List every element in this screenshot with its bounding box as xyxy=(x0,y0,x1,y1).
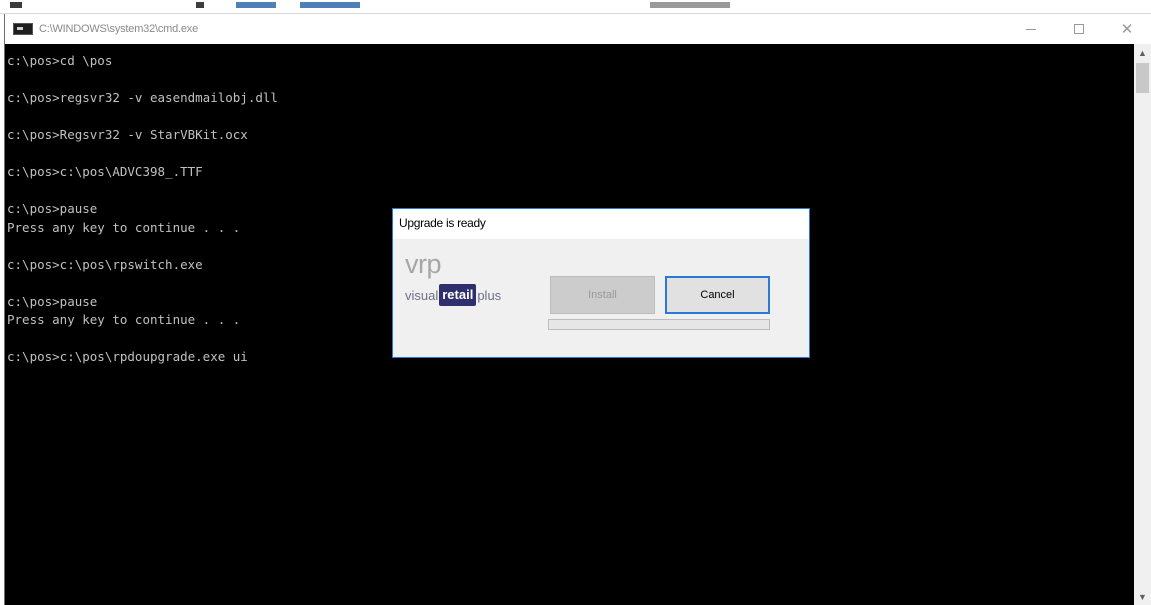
taskbar-fragment xyxy=(650,2,730,8)
minimize-button[interactable] xyxy=(1007,14,1055,44)
scroll-down-icon[interactable]: ▼ xyxy=(1134,588,1151,605)
upgrade-dialog: Upgrade is ready vrp visual retail plus … xyxy=(392,208,810,358)
close-button[interactable]: ✕ xyxy=(1103,14,1151,44)
taskbar-fragment xyxy=(300,2,360,8)
vertical-scrollbar[interactable]: ▲ ▼ xyxy=(1134,44,1151,605)
taskbar-fragment xyxy=(10,2,22,8)
maximize-icon xyxy=(1074,24,1084,34)
console-line: c:\pos>cd \pos xyxy=(7,53,113,68)
vrp-logo: vrp visual retail plus xyxy=(405,251,545,311)
logo-word-retail: retail xyxy=(439,284,477,306)
window-controls: ✕ xyxy=(1007,14,1151,44)
window-title: C:\WINDOWS\system32\cmd.exe xyxy=(39,23,199,35)
scroll-thumb[interactable] xyxy=(1136,63,1149,93)
logo-brand: vrp xyxy=(405,249,442,279)
taskbar-strip xyxy=(0,0,1151,14)
logo-word-plus: plus xyxy=(477,287,502,303)
window-titlebar[interactable]: C:\WINDOWS\system32\cmd.exe ✕ xyxy=(5,14,1151,44)
taskbar-fragment xyxy=(196,2,204,8)
console-line: c:\pos>c:\pos\ADVC398_.TTF xyxy=(7,164,203,179)
dialog-title: Upgrade is ready xyxy=(393,209,809,239)
logo-word-visual: visual xyxy=(405,287,439,303)
taskbar-fragment xyxy=(236,2,276,8)
maximize-button[interactable] xyxy=(1055,14,1103,44)
console-line: c:\pos>Regsvr32 -v StarVBKit.ocx xyxy=(7,127,248,142)
cancel-button[interactable]: Cancel xyxy=(665,276,770,314)
close-icon: ✕ xyxy=(1120,21,1134,38)
install-button[interactable]: Install xyxy=(550,276,655,314)
scroll-up-icon[interactable]: ▲ xyxy=(1134,44,1151,61)
minimize-icon xyxy=(1026,28,1036,30)
logo-wordmark: visual retail plus xyxy=(405,283,501,307)
console-line: c:\pos>regsvr32 -v easendmailobj.dll xyxy=(7,90,278,105)
cmd-icon xyxy=(13,23,33,35)
upgrade-progress-bar xyxy=(548,319,770,330)
